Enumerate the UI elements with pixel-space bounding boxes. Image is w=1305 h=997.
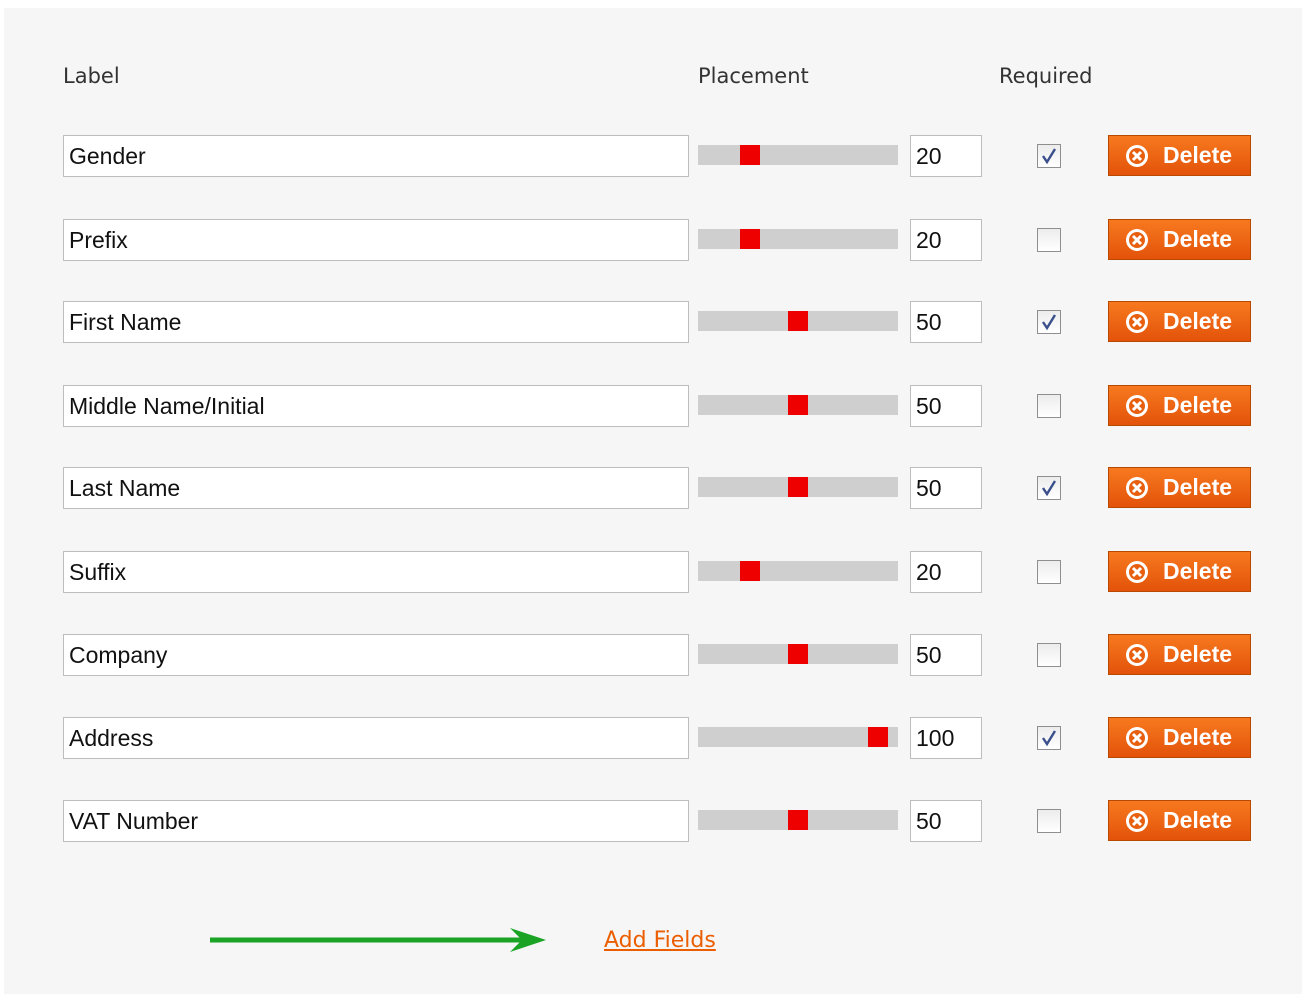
delete-button-label: Delete — [1163, 392, 1233, 418]
placement-value-input[interactable] — [910, 467, 982, 509]
placement-value-input[interactable] — [910, 551, 982, 593]
delete-button-label: Delete — [1163, 142, 1233, 168]
field-label-input[interactable] — [63, 551, 689, 593]
delete-button-label: Delete — [1163, 641, 1233, 667]
close-circle-icon — [1126, 561, 1148, 583]
placement-value-input[interactable] — [910, 219, 982, 261]
delete-button-label: Delete — [1163, 226, 1233, 252]
arrow-right-icon — [210, 928, 546, 952]
placement-slider-handle[interactable] — [740, 561, 760, 581]
placement-value-input[interactable] — [910, 800, 982, 842]
placement-slider-handle[interactable] — [788, 311, 808, 331]
placement-value-input[interactable] — [910, 634, 982, 676]
field-row: Delete — [0, 467, 1305, 509]
placement-slider-handle[interactable] — [740, 145, 760, 165]
placement-slider[interactable] — [698, 477, 898, 497]
required-checkbox[interactable] — [1037, 809, 1061, 833]
placement-value-input[interactable] — [910, 385, 982, 427]
required-checkbox[interactable] — [1037, 310, 1061, 334]
field-label-input[interactable] — [63, 219, 689, 261]
close-circle-icon — [1126, 644, 1148, 666]
checkmark-icon — [1042, 314, 1057, 331]
delete-button-label: Delete — [1163, 724, 1233, 750]
placement-slider[interactable] — [698, 229, 898, 249]
field-label-input[interactable] — [63, 800, 689, 842]
close-circle-icon — [1126, 395, 1148, 417]
field-row: Delete — [0, 800, 1305, 842]
field-row: Delete — [0, 634, 1305, 676]
delete-button[interactable]: Delete — [1108, 551, 1251, 592]
placement-slider-handle[interactable] — [788, 644, 808, 664]
required-checkbox[interactable] — [1037, 476, 1061, 500]
delete-button[interactable]: Delete — [1108, 385, 1251, 426]
checkmark-icon — [1042, 148, 1057, 165]
required-checkbox[interactable] — [1037, 144, 1061, 168]
checkmark-icon — [1042, 480, 1057, 497]
placement-slider-handle[interactable] — [788, 477, 808, 497]
delete-button[interactable]: Delete — [1108, 467, 1251, 508]
required-checkbox[interactable] — [1037, 228, 1061, 252]
delete-button[interactable]: Delete — [1108, 301, 1251, 342]
checkmark-icon — [1042, 730, 1057, 747]
delete-button-label: Delete — [1163, 558, 1233, 584]
required-checkbox[interactable] — [1037, 560, 1061, 584]
delete-button-label: Delete — [1163, 308, 1233, 334]
placement-slider-handle[interactable] — [788, 810, 808, 830]
field-row: Delete — [0, 717, 1305, 759]
required-checkbox[interactable] — [1037, 394, 1061, 418]
field-label-input[interactable] — [63, 634, 689, 676]
required-checkbox[interactable] — [1037, 643, 1061, 667]
close-circle-icon — [1126, 145, 1148, 167]
add-fields-link[interactable]: Add Fields — [604, 928, 716, 953]
field-row: Delete — [0, 385, 1305, 427]
field-label-input[interactable] — [63, 717, 689, 759]
field-label-input[interactable] — [63, 467, 689, 509]
header-label: Label — [63, 64, 120, 88]
delete-button-label: Delete — [1163, 807, 1233, 833]
placement-slider-handle[interactable] — [740, 229, 760, 249]
placement-slider-handle[interactable] — [868, 727, 888, 747]
placement-slider[interactable] — [698, 561, 898, 581]
header-placement: Placement — [698, 64, 809, 88]
close-circle-icon — [1126, 311, 1148, 333]
delete-button[interactable]: Delete — [1108, 634, 1251, 675]
delete-button[interactable]: Delete — [1108, 219, 1251, 260]
field-row: Delete — [0, 301, 1305, 343]
placement-slider[interactable] — [698, 395, 898, 415]
close-circle-icon — [1126, 727, 1148, 749]
field-row: Delete — [0, 551, 1305, 593]
field-label-input[interactable] — [63, 301, 689, 343]
placement-slider[interactable] — [698, 311, 898, 331]
delete-button[interactable]: Delete — [1108, 135, 1251, 176]
placement-slider-handle[interactable] — [788, 395, 808, 415]
placement-value-input[interactable] — [910, 135, 982, 177]
field-label-input[interactable] — [63, 135, 689, 177]
placement-slider[interactable] — [698, 727, 898, 747]
required-checkbox[interactable] — [1037, 726, 1061, 750]
close-circle-icon — [1126, 477, 1148, 499]
field-row: Delete — [0, 219, 1305, 261]
delete-button[interactable]: Delete — [1108, 717, 1251, 758]
placement-slider[interactable] — [698, 145, 898, 165]
delete-button-label: Delete — [1163, 474, 1233, 500]
field-label-input[interactable] — [63, 385, 689, 427]
delete-button[interactable]: Delete — [1108, 800, 1251, 841]
placement-value-input[interactable] — [910, 301, 982, 343]
close-circle-icon — [1126, 229, 1148, 251]
placement-slider[interactable] — [698, 810, 898, 830]
close-circle-icon — [1126, 810, 1148, 832]
header-required: Required — [999, 64, 1093, 88]
placement-slider[interactable] — [698, 644, 898, 664]
placement-value-input[interactable] — [910, 717, 982, 759]
field-row: Delete — [0, 135, 1305, 177]
